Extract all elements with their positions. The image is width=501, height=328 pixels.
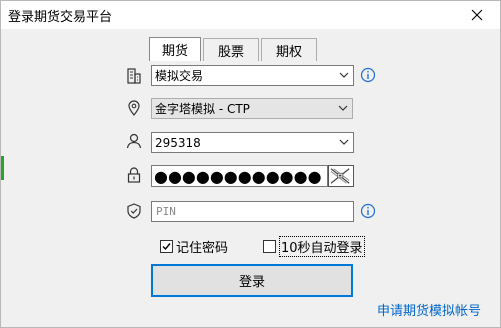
login-window: 登录期货交易平台 期货 股票 期权 模拟交易 金字塔模拟 - CTP 29531… — [0, 0, 501, 328]
chevron-down-icon — [338, 105, 348, 111]
info-icon[interactable] — [360, 67, 376, 83]
server-select[interactable]: 金字塔模拟 - CTP — [151, 98, 353, 119]
trading-mode-value: 模拟交易 — [155, 69, 204, 83]
trading-mode-select[interactable]: 模拟交易 — [151, 65, 354, 86]
titlebar: 登录期货交易平台 — [1, 1, 500, 29]
tab-futures[interactable]: 期货 — [149, 37, 201, 61]
auto-login-label: 10秒自动登录 — [279, 236, 365, 257]
tab-stocks[interactable]: 股票 — [203, 38, 259, 61]
remember-password-checkbox[interactable]: 记住密码 — [160, 238, 229, 256]
shield-icon — [125, 202, 143, 220]
password-field[interactable]: ●●●●●●●●●●●● — [151, 165, 328, 187]
checkbox-box[interactable] — [160, 240, 173, 253]
account-value: 295318 — [155, 135, 201, 150]
building-icon — [125, 67, 143, 85]
apply-demo-account-link[interactable]: 申请期货模拟帐号 — [377, 300, 481, 319]
pin-input[interactable] — [151, 201, 354, 222]
account-combo[interactable]: 295318 — [151, 132, 354, 153]
remember-password-label: 记住密码 — [176, 241, 229, 256]
user-icon — [125, 132, 143, 150]
info-icon[interactable] — [360, 203, 376, 219]
checkmark-icon — [162, 243, 171, 251]
chevron-down-icon — [339, 139, 349, 145]
checkbox-box[interactable] — [263, 240, 276, 253]
tab-options[interactable]: 期权 — [261, 38, 317, 61]
location-pin-icon — [125, 99, 143, 117]
close-icon — [471, 9, 483, 21]
window-title: 登录期货交易平台 — [8, 10, 113, 25]
edge-marker — [1, 156, 4, 180]
password-mask: ●●●●●●●●●●●● — [154, 166, 322, 186]
server-value: 金字塔模拟 - CTP — [155, 102, 250, 116]
keyboard-icon — [330, 168, 350, 184]
chevron-down-icon — [339, 72, 349, 78]
lock-icon — [125, 166, 143, 184]
close-button[interactable] — [454, 1, 500, 29]
market-tabs: 期货 股票 期权 — [149, 37, 319, 61]
keyboard-button[interactable] — [328, 165, 354, 187]
auto-login-checkbox[interactable]: 10秒自动登录 — [263, 236, 365, 257]
login-button[interactable]: 登录 — [151, 264, 353, 297]
